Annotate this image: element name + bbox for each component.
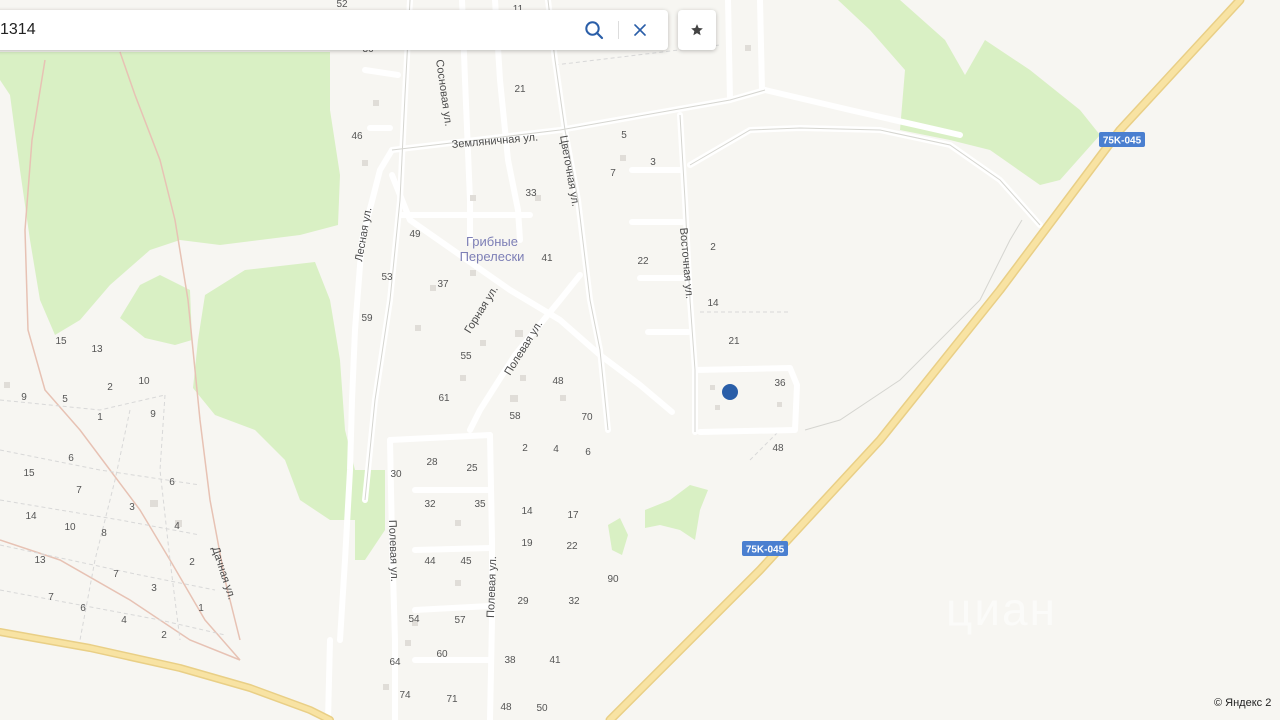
house-number: 38 <box>504 655 516 666</box>
house-number: 41 <box>541 253 553 264</box>
route-label: 75K-045 <box>746 545 785 556</box>
house-number: 5 <box>62 394 68 405</box>
house-number: 71 <box>446 694 458 705</box>
house-number: 10 <box>138 376 150 387</box>
house-number: 1 <box>198 603 204 614</box>
street-label-polevaya-3: Полевая ул. <box>485 556 499 618</box>
house-number: 57 <box>454 615 466 626</box>
route-badge-2: 75K-045 <box>742 541 788 556</box>
house-number: 22 <box>566 541 578 552</box>
house-number: 45 <box>460 556 472 567</box>
house-number: 55 <box>460 351 472 362</box>
house-number: 32 <box>424 499 436 510</box>
house-number: 15 <box>23 468 35 479</box>
house-number: 53 <box>381 272 393 283</box>
house-number: 7 <box>76 485 82 496</box>
house-number: 36 <box>774 378 786 389</box>
house-number: 52 <box>336 0 348 10</box>
house-number: 21 <box>514 84 526 95</box>
house-number: 35 <box>474 499 486 510</box>
house-number: 8 <box>101 528 107 539</box>
house-number: 3 <box>151 583 157 594</box>
house-number: 14 <box>521 506 533 517</box>
route-badge-1: 75K-045 <box>1099 132 1145 147</box>
house-number: 2 <box>161 630 167 641</box>
house-number: 17 <box>567 510 579 521</box>
house-number: 54 <box>408 614 420 625</box>
search-bar <box>0 10 668 50</box>
star-icon <box>691 24 703 36</box>
close-icon <box>634 24 646 36</box>
house-number: 50 <box>536 703 548 714</box>
house-number: 46 <box>351 131 363 142</box>
search-button[interactable] <box>580 16 608 44</box>
house-number: 14 <box>25 511 37 522</box>
house-number: 32 <box>568 596 580 607</box>
search-divider <box>618 21 619 39</box>
location-dot-icon[interactable] <box>722 384 738 400</box>
house-number: 10 <box>64 522 76 533</box>
watermark: циан <box>946 583 1058 635</box>
house-number: 22 <box>637 256 649 267</box>
house-number: 48 <box>552 376 564 387</box>
house-number: 33 <box>525 188 537 199</box>
house-number: 6 <box>585 447 591 458</box>
house-number: 90 <box>607 574 619 585</box>
house-number: 29 <box>517 596 529 607</box>
house-number: 4 <box>553 444 559 455</box>
house-number: 74 <box>399 690 411 701</box>
house-number: 21 <box>728 336 740 347</box>
house-number: 59 <box>361 313 373 324</box>
house-number: 2 <box>107 382 113 393</box>
house-number: 64 <box>389 657 401 668</box>
house-number: 2 <box>522 443 528 454</box>
house-number: 48 <box>772 443 784 454</box>
house-number: 28 <box>426 457 438 468</box>
place-label-line1: Грибные <box>466 234 518 249</box>
house-number: 60 <box>436 649 448 660</box>
house-number: 58 <box>509 411 521 422</box>
route-label: 75K-045 <box>1103 136 1142 147</box>
place-label-line2: Перелески <box>460 249 525 264</box>
house-number: 4 <box>174 521 180 532</box>
house-number: 2 <box>710 242 716 253</box>
house-number: 41 <box>549 655 561 666</box>
house-number: 7 <box>113 569 119 580</box>
house-number: 2 <box>189 557 195 568</box>
map-copyright[interactable]: © Яндекс 2 <box>1214 697 1271 709</box>
house-number: 9 <box>21 392 27 403</box>
clear-button[interactable] <box>626 16 654 44</box>
house-number: 3 <box>129 502 135 513</box>
house-number: 14 <box>707 298 719 309</box>
house-number: 30 <box>390 469 402 480</box>
house-number: 6 <box>169 477 175 488</box>
house-number: 1 <box>97 412 103 423</box>
favorite-button[interactable] <box>678 10 716 50</box>
search-input[interactable] <box>0 10 574 50</box>
house-number: 13 <box>91 344 103 355</box>
street-label-polevaya-2: Полевая ул. <box>386 520 400 582</box>
house-number: 15 <box>55 336 67 347</box>
house-number: 7 <box>610 168 616 179</box>
house-number: 48 <box>500 702 512 713</box>
house-number: 6 <box>68 453 74 464</box>
house-number: 44 <box>424 556 436 567</box>
house-number: 13 <box>34 555 46 566</box>
house-number: 61 <box>438 393 450 404</box>
house-number: 6 <box>80 603 86 614</box>
house-number: 7 <box>48 592 54 603</box>
house-number: 70 <box>581 412 593 423</box>
search-icon <box>585 21 604 40</box>
house-number: 9 <box>150 409 156 420</box>
map-canvas[interactable]: 75K-045 75K-045 Сосновая ул. Земляничная… <box>0 0 1280 720</box>
house-number: 3 <box>650 157 656 168</box>
house-number: 5 <box>621 130 627 141</box>
house-number: 19 <box>521 538 533 549</box>
house-number: 37 <box>437 279 449 290</box>
place-label: Грибные Перелески <box>460 234 525 264</box>
house-number: 25 <box>466 463 478 474</box>
house-number: 49 <box>409 229 421 240</box>
house-number: 4 <box>121 615 127 626</box>
